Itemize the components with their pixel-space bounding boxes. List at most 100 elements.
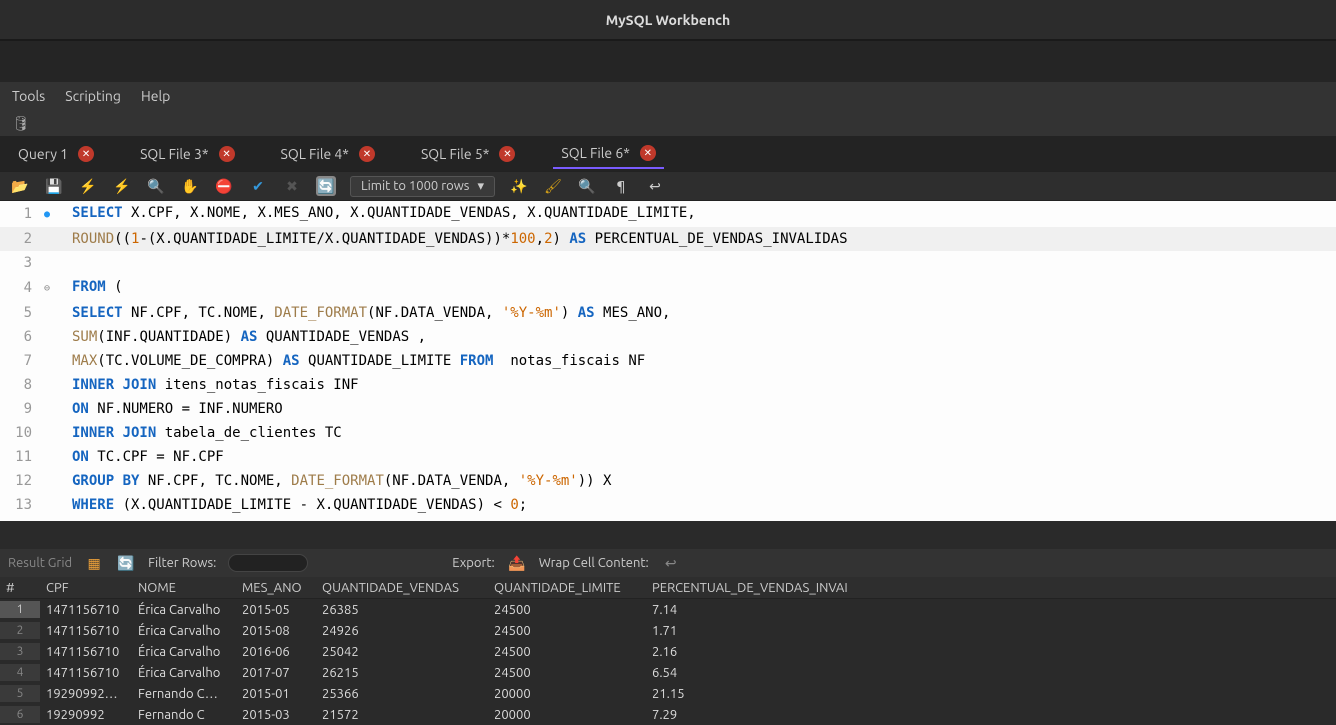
cell[interactable]: 25366 bbox=[316, 685, 488, 703]
close-tab-icon[interactable]: ✕ bbox=[359, 146, 375, 162]
tab-sql-file-6-[interactable]: SQL File 6*✕ bbox=[553, 139, 663, 169]
row-number[interactable]: 2 bbox=[0, 622, 40, 639]
column-header[interactable]: QUANTIDADE_LIMITE bbox=[488, 579, 646, 597]
cell[interactable]: 1471156710 bbox=[40, 664, 132, 682]
cell[interactable]: 2016-06 bbox=[236, 643, 316, 661]
cell[interactable]: Érica Carvalho bbox=[132, 601, 236, 619]
cell[interactable]: 19290992… bbox=[40, 685, 132, 703]
editor-line[interactable]: 7MAX(TC.VOLUME_DE_COMPRA) AS QUANTIDADE_… bbox=[0, 349, 1336, 373]
autocommit-icon[interactable]: 🔄 bbox=[316, 176, 336, 196]
execute-current-icon[interactable]: ⚡ bbox=[112, 176, 132, 196]
code-content[interactable]: ON NF.NUMERO = INF.NUMERO bbox=[60, 397, 283, 421]
save-file-icon[interactable]: 💾 bbox=[44, 176, 64, 196]
table-row[interactable]: 11471156710Érica Carvalho2015-0526385245… bbox=[0, 599, 1336, 620]
cell[interactable]: Fernando C bbox=[132, 706, 236, 724]
cell[interactable]: 24500 bbox=[488, 601, 646, 619]
limit-rows-dropdown[interactable]: Limit to 1000 rows ▾ bbox=[350, 176, 495, 197]
grid-view-icon[interactable]: ▦ bbox=[84, 553, 104, 573]
editor-line[interactable]: 1●SELECT X.CPF, X.NOME, X.MES_ANO, X.QUA… bbox=[0, 201, 1336, 227]
find-icon[interactable]: 🖌 bbox=[543, 176, 563, 196]
code-content[interactable]: FROM ( bbox=[60, 275, 123, 301]
close-tab-icon[interactable]: ✕ bbox=[78, 146, 94, 162]
database-icon[interactable]: 🛢 bbox=[12, 115, 30, 132]
menu-scripting[interactable]: Scripting bbox=[65, 88, 121, 104]
sql-editor[interactable]: 1●SELECT X.CPF, X.NOME, X.MES_ANO, X.QUA… bbox=[0, 201, 1336, 521]
code-content[interactable]: INNER JOIN tabela_de_clientes TC bbox=[60, 421, 342, 445]
menu-help[interactable]: Help bbox=[141, 88, 170, 104]
editor-line[interactable]: 13WHERE (X.QUANTIDADE_LIMITE - X.QUANTID… bbox=[0, 493, 1336, 517]
cell[interactable]: 2015-03 bbox=[236, 706, 316, 724]
commit-icon[interactable]: ✔ bbox=[248, 176, 268, 196]
cell[interactable]: 26215 bbox=[316, 664, 488, 682]
cell[interactable]: 21.15 bbox=[646, 685, 896, 703]
cell[interactable]: 7.14 bbox=[646, 601, 896, 619]
row-number[interactable]: 6 bbox=[0, 706, 40, 723]
editor-line[interactable]: 3 bbox=[0, 251, 1336, 275]
open-file-icon[interactable]: 📂 bbox=[10, 176, 30, 196]
cell[interactable]: 24500 bbox=[488, 622, 646, 640]
wrap-icon[interactable]: ↩ bbox=[645, 176, 665, 196]
export-icon[interactable]: 📤 bbox=[507, 553, 527, 573]
code-content[interactable]: MAX(TC.VOLUME_DE_COMPRA) AS QUANTIDADE_L… bbox=[60, 349, 645, 373]
tab-query-1[interactable]: Query 1✕ bbox=[10, 140, 102, 168]
cell[interactable]: Érica Carvalho bbox=[132, 664, 236, 682]
editor-line[interactable]: 9ON NF.NUMERO = INF.NUMERO bbox=[0, 397, 1336, 421]
cell[interactable]: 20000 bbox=[488, 685, 646, 703]
cell[interactable]: 1.71 bbox=[646, 622, 896, 640]
rollback-icon[interactable]: ✖ bbox=[282, 176, 302, 196]
invisible-chars-icon[interactable]: ¶ bbox=[611, 176, 631, 196]
column-header[interactable]: QUANTIDADE_VENDAS bbox=[316, 579, 488, 597]
cell[interactable]: 21572 bbox=[316, 706, 488, 724]
tab-sql-file-4-[interactable]: SQL File 4*✕ bbox=[273, 140, 383, 168]
row-number[interactable]: 1 bbox=[0, 601, 40, 618]
stop-icon[interactable]: ✋ bbox=[180, 176, 200, 196]
tab-sql-file-5-[interactable]: SQL File 5*✕ bbox=[413, 140, 523, 168]
tab-sql-file-3-[interactable]: SQL File 3*✕ bbox=[132, 140, 242, 168]
table-row[interactable]: 31471156710Érica Carvalho2016-0625042245… bbox=[0, 641, 1336, 662]
cell[interactable]: 19290992 bbox=[40, 706, 132, 724]
explain-icon[interactable]: 🔍 bbox=[146, 176, 166, 196]
cell[interactable]: 24926 bbox=[316, 622, 488, 640]
code-content[interactable]: GROUP BY NF.CPF, TC.NOME, DATE_FORMAT(NF… bbox=[60, 469, 611, 493]
column-header[interactable]: NOME bbox=[132, 579, 236, 597]
cell[interactable]: Érica Carvalho bbox=[132, 643, 236, 661]
row-number[interactable]: 3 bbox=[0, 643, 40, 660]
code-content[interactable]: ROUND((1-(X.QUANTIDADE_LIMITE/X.QUANTIDA… bbox=[60, 227, 848, 251]
code-content[interactable]: WHERE (X.QUANTIDADE_LIMITE - X.QUANTIDAD… bbox=[60, 493, 527, 517]
editor-line[interactable]: 6SUM(INF.QUANTIDADE) AS QUANTIDADE_VENDA… bbox=[0, 325, 1336, 349]
execute-icon[interactable]: ⚡ bbox=[78, 176, 98, 196]
column-header[interactable]: # bbox=[0, 579, 40, 597]
cell[interactable]: 24500 bbox=[488, 664, 646, 682]
editor-line[interactable]: 8INNER JOIN itens_notas_fiscais INF bbox=[0, 373, 1336, 397]
close-tab-icon[interactable]: ✕ bbox=[219, 146, 235, 162]
code-content[interactable]: ON TC.CPF = NF.CPF bbox=[60, 445, 224, 469]
cell[interactable]: 6.54 bbox=[646, 664, 896, 682]
cell[interactable]: Fernando C… bbox=[132, 685, 236, 703]
stop-on-error-icon[interactable]: ⛔ bbox=[214, 176, 234, 196]
menu-tools[interactable]: Tools bbox=[12, 88, 45, 104]
row-number[interactable]: 4 bbox=[0, 664, 40, 681]
code-content[interactable]: SELECT NF.CPF, TC.NOME, DATE_FORMAT(NF.D… bbox=[60, 301, 670, 325]
cell[interactable]: 2015-08 bbox=[236, 622, 316, 640]
close-tab-icon[interactable]: ✕ bbox=[640, 145, 656, 161]
code-content[interactable]: SELECT X.CPF, X.NOME, X.MES_ANO, X.QUANT… bbox=[60, 201, 696, 227]
cell[interactable]: 1471156710 bbox=[40, 643, 132, 661]
cell[interactable]: 20000 bbox=[488, 706, 646, 724]
refresh-icon[interactable]: 🔄 bbox=[116, 553, 136, 573]
column-header[interactable]: CPF bbox=[40, 579, 132, 597]
panel-divider[interactable] bbox=[0, 521, 1336, 549]
table-row[interactable]: 21471156710Érica Carvalho2015-0824926245… bbox=[0, 620, 1336, 641]
cell[interactable]: 1471156710 bbox=[40, 601, 132, 619]
code-content[interactable] bbox=[60, 251, 72, 275]
search-icon[interactable]: 🔍 bbox=[577, 176, 597, 196]
editor-line[interactable]: 12GROUP BY NF.CPF, TC.NOME, DATE_FORMAT(… bbox=[0, 469, 1336, 493]
editor-line[interactable]: 11ON TC.CPF = NF.CPF bbox=[0, 445, 1336, 469]
cell[interactable]: 26385 bbox=[316, 601, 488, 619]
cell[interactable]: 2015-01 bbox=[236, 685, 316, 703]
beautify-icon[interactable]: ✨ bbox=[509, 176, 529, 196]
table-row[interactable]: 519290992…Fernando C…2015-01253662000021… bbox=[0, 683, 1336, 704]
row-number[interactable]: 5 bbox=[0, 685, 40, 702]
result-grid[interactable]: #CPFNOMEMES_ANOQUANTIDADE_VENDASQUANTIDA… bbox=[0, 577, 1336, 725]
column-header[interactable]: PERCENTUAL_DE_VENDAS_INVAI bbox=[646, 579, 896, 597]
filter-rows-input[interactable] bbox=[228, 554, 308, 572]
